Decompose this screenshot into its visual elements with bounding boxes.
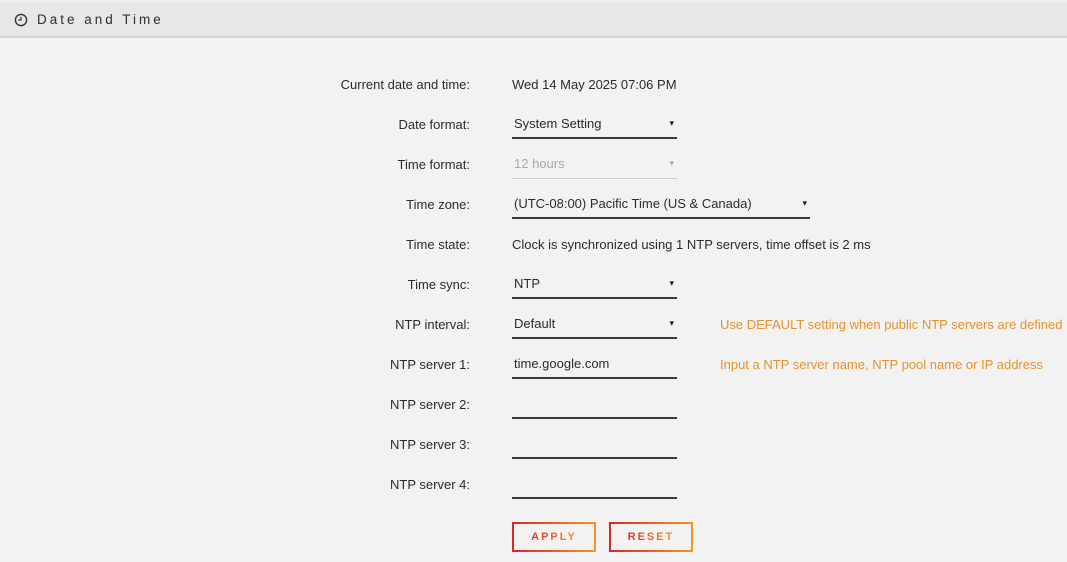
ntp-interval-value: Default: [514, 316, 555, 331]
ntp-interval-hint: Use DEFAULT setting when public NTP serv…: [720, 317, 1063, 332]
ntp-server-1-input[interactable]: [512, 349, 677, 379]
page-title: Date and Time: [37, 12, 164, 27]
ntp-server-4-label: NTP server 4:: [0, 477, 470, 492]
ntp-server-2-input[interactable]: [512, 389, 677, 419]
row-ntp-server-4: NTP server 4:: [0, 464, 1067, 504]
ntp-server-1-label: NTP server 1:: [0, 357, 470, 372]
button-row: APPLY RESET: [512, 522, 1067, 552]
time-sync-value: NTP: [514, 276, 540, 291]
row-current-date-time: Current date and time: Wed 14 May 2025 0…: [0, 64, 1067, 104]
ntp-server-3-input[interactable]: [512, 429, 677, 459]
time-sync-select[interactable]: NTP ▾: [512, 269, 677, 299]
time-zone-value: (UTC-08:00) Pacific Time (US & Canada): [514, 196, 752, 211]
row-date-format: Date format: System Setting ▾: [0, 104, 1067, 144]
chevron-down-icon: ▾: [669, 119, 674, 128]
current-date-time-value: Wed 14 May 2025 07:06 PM: [512, 77, 677, 92]
row-time-state: Time state: Clock is synchronized using …: [0, 224, 1067, 264]
date-format-value: System Setting: [514, 116, 601, 131]
row-time-sync: Time sync: NTP ▾: [0, 264, 1067, 304]
row-ntp-server-3: NTP server 3:: [0, 424, 1067, 464]
chevron-down-icon: ▾: [669, 279, 674, 288]
row-ntp-interval: NTP interval: Default ▾ Use DEFAULT sett…: [0, 304, 1067, 344]
reset-button[interactable]: RESET: [609, 522, 693, 552]
ntp-server-3-label: NTP server 3:: [0, 437, 470, 452]
apply-button[interactable]: APPLY: [512, 522, 596, 552]
row-ntp-server-2: NTP server 2:: [0, 384, 1067, 424]
time-sync-label: Time sync:: [0, 277, 470, 292]
ntp-server-1-hint: Input a NTP server name, NTP pool name o…: [720, 357, 1043, 372]
chevron-down-icon: ▾: [802, 199, 807, 208]
ntp-server-2-label: NTP server 2:: [0, 397, 470, 412]
time-format-value: 12 hours: [514, 156, 565, 171]
time-format-label: Time format:: [0, 157, 470, 172]
time-zone-label: Time zone:: [0, 197, 470, 212]
panel-header: Date and Time: [0, 3, 1067, 38]
time-state-label: Time state:: [0, 237, 470, 252]
ntp-server-4-input[interactable]: [512, 469, 677, 499]
time-format-select: 12 hours ▾: [512, 149, 677, 179]
ntp-interval-label: NTP interval:: [0, 317, 470, 332]
clock-icon: [14, 13, 28, 27]
row-time-zone: Time zone: (UTC-08:00) Pacific Time (US …: [0, 184, 1067, 224]
chevron-down-icon: ▾: [669, 159, 674, 168]
row-ntp-server-1: NTP server 1: Input a NTP server name, N…: [0, 344, 1067, 384]
current-date-time-label: Current date and time:: [0, 77, 470, 92]
ntp-interval-select[interactable]: Default ▾: [512, 309, 677, 339]
row-time-format: Time format: 12 hours ▾: [0, 144, 1067, 184]
time-state-value: Clock is synchronized using 1 NTP server…: [512, 237, 871, 252]
time-zone-select[interactable]: (UTC-08:00) Pacific Time (US & Canada) ▾: [512, 189, 810, 219]
date-format-select[interactable]: System Setting ▾: [512, 109, 677, 139]
date-time-form: Current date and time: Wed 14 May 2025 0…: [0, 38, 1067, 552]
chevron-down-icon: ▾: [669, 319, 674, 328]
date-format-label: Date format:: [0, 117, 470, 132]
